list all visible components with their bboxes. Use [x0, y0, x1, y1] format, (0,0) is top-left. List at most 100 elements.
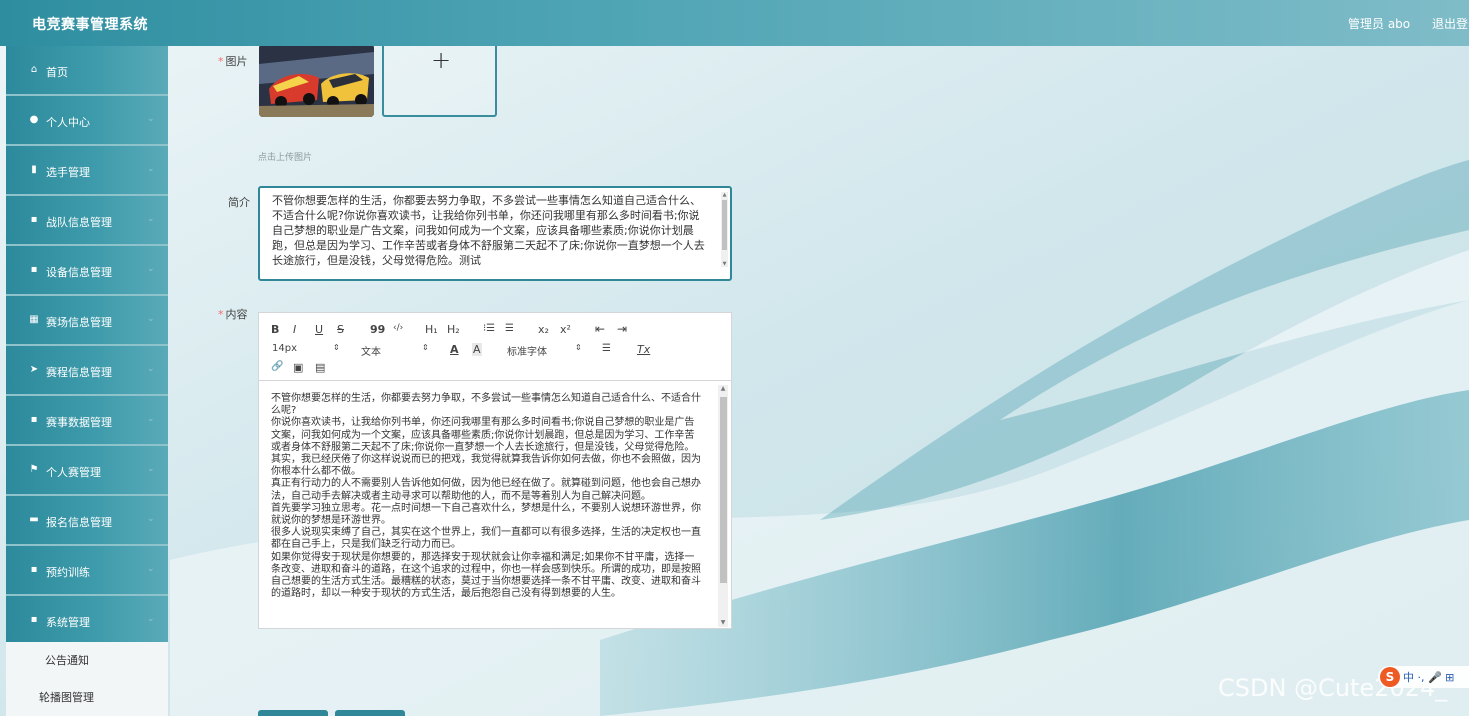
header-select[interactable]: 文本: [361, 343, 381, 358]
chevron-down-icon: ⌄: [147, 214, 155, 224]
font-family-select[interactable]: 标准字体: [507, 343, 547, 358]
submenu-item-announcements[interactable]: 公告通知: [6, 642, 168, 679]
text-color-button[interactable]: A: [450, 343, 459, 356]
indent-right-button[interactable]: ⇥: [617, 322, 627, 336]
user-name[interactable]: 管理员 abo: [1348, 15, 1410, 32]
chevron-down-icon: ⌄: [147, 414, 155, 424]
background-waves: [0, 0, 1469, 716]
italic-button[interactable]: I: [293, 323, 296, 336]
ime-toolbar[interactable]: S 中 ·, 🎤 ⊞: [1378, 666, 1469, 688]
editor-scrollbar[interactable]: ▲ ▼: [718, 385, 728, 627]
logout-link[interactable]: 退出登: [1432, 15, 1468, 32]
sidebar-item-label: 选手管理: [46, 166, 90, 179]
sidebar-item-9[interactable]: ▬ 报名信息管理 ⌄: [6, 496, 168, 546]
user-icon: ●: [29, 114, 39, 125]
h2-button[interactable]: H₂: [447, 323, 460, 336]
intro-label: 简介: [228, 196, 250, 209]
grid-icon: ▪: [30, 264, 38, 275]
home-icon: ⌂: [30, 64, 38, 75]
sidebar-item-10[interactable]: ▪ 预约训练 ⌄: [6, 546, 168, 596]
editor-paragraph: 不管你想要怎样的生活，你都要去努力争取，不多尝试一些事情怎么知道自己适合什么、不…: [271, 393, 701, 417]
bold-button[interactable]: B: [271, 323, 279, 336]
sidebar-item-label: 报名信息管理: [46, 516, 112, 529]
sidebar-item-0[interactable]: ⌂ 首页: [6, 46, 168, 96]
indent-left-button[interactable]: ⇤: [595, 322, 605, 336]
race-cars-image: [259, 44, 374, 117]
intro-scrollbar[interactable]: ▲ ▼: [721, 192, 728, 267]
plus-icon: +: [431, 46, 452, 74]
editor-toolbar: B I U S 99 ‹/› H₁ H₂ ⁝☰ ☰ x₂ x² ⇤ ⇥ 14px…: [259, 313, 731, 381]
sidebar-item-label: 个人赛管理: [46, 466, 101, 479]
cancel-button[interactable]: [335, 710, 405, 716]
ordered-list-button[interactable]: ⁝☰: [483, 323, 495, 334]
sidebar-item-5[interactable]: ▦ 赛场信息管理 ⌄: [6, 296, 168, 346]
font-size-select[interactable]: 14px: [272, 343, 297, 354]
h1-button[interactable]: H₁: [425, 323, 438, 336]
system-submenu: 公告通知 轮播图管理: [6, 642, 168, 716]
upload-hint: 点击上传图片: [258, 153, 313, 163]
sidebar-item-4[interactable]: ▪ 设备信息管理 ⌄: [6, 246, 168, 296]
editor-paragraph: 首先要学习独立思考。花一点时间想一下自己喜欢什么，梦想是什么，不要别人说想环游世…: [271, 502, 701, 527]
chevron-down-icon: ⌄: [147, 314, 155, 324]
submit-button[interactable]: [258, 710, 328, 716]
editor-paragraph: 如果你觉得安于现状是你想要的，那选择安于现状就会让你幸福和满足;如果你不甘平庸，…: [271, 551, 701, 600]
chevron-down-icon: ⌄: [147, 164, 155, 174]
background-color-button[interactable]: A: [472, 343, 482, 356]
uploaded-image-thumbnail[interactable]: [259, 44, 374, 117]
chevron-down-icon: ⌄: [147, 114, 155, 124]
ime-status: 中 ·, 🎤 ⊞: [1403, 671, 1455, 684]
video-button[interactable]: ▤: [315, 361, 325, 374]
strike-button[interactable]: S: [337, 323, 344, 336]
sidebar-item-label: 系统管理: [46, 616, 90, 629]
chevron-down-icon: ⌄: [147, 464, 155, 474]
send-icon: ➤: [29, 364, 39, 375]
code-button[interactable]: ‹/›: [393, 323, 403, 333]
image-label: * 图片: [218, 55, 248, 68]
image-upload-button[interactable]: +: [382, 44, 497, 117]
sidebar-item-label: 设备信息管理: [46, 266, 112, 279]
intro-textarea[interactable]: 不管你想要怎样的生活，你都要去努力争取，不多尝试一些事情怎么知道自己适合什么、不…: [258, 186, 732, 281]
superscript-button[interactable]: x²: [560, 323, 571, 336]
image-button[interactable]: ▣: [293, 361, 303, 374]
content-label: * 内容: [218, 308, 248, 321]
grid-icon: ▪: [30, 614, 38, 625]
clean-format-button[interactable]: Tx: [637, 343, 650, 356]
sogou-logo-icon: S: [1380, 667, 1400, 687]
underline-button[interactable]: U: [315, 323, 323, 336]
quote-button[interactable]: 99: [370, 323, 385, 336]
sidebar-item-6[interactable]: ➤ 赛程信息管理 ⌄: [6, 346, 168, 396]
sidebar-item-7[interactable]: ▪ 赛事数据管理 ⌄: [6, 396, 168, 446]
editor-paragraph: 很多人说现实束缚了自己，其实在这个世界上，我们一直都可以有很多选择，生活的决定权…: [271, 527, 701, 551]
sidebar-item-11[interactable]: ▪ 系统管理 ⌄: [6, 596, 168, 646]
editor-content[interactable]: 不管你想要怎样的生活，你都要去努力争取，不多尝试一些事情怎么知道自己适合什么、不…: [259, 382, 731, 628]
chevron-down-icon: ⌄: [147, 264, 155, 274]
sidebar-item-label: 预约训练: [46, 566, 90, 579]
sidebar-item-3[interactable]: ▪ 战队信息管理 ⌄: [6, 196, 168, 246]
grid-icon: ▪: [30, 214, 38, 225]
sidebar-item-label: 赛事数据管理: [46, 416, 112, 429]
sidebar: ⌂ 首页 ● 个人中心 ⌄ ▮ 选手管理 ⌄ ▪ 战队信息管理 ⌄ ▪ 设备信息管理 ⌄ ▦ 赛场信息管理 ⌄ ➤…: [6, 46, 168, 716]
font-size-select-arrow-icon: ⇕: [333, 343, 340, 352]
chevron-down-icon: ⌄: [147, 564, 155, 574]
align-button[interactable]: ☰: [602, 343, 611, 354]
app-title: 电竞赛事管理系统: [32, 17, 148, 33]
submenu-item-carousel[interactable]: 轮播图管理: [6, 679, 168, 716]
sidebar-item-label: 赛场信息管理: [46, 316, 112, 329]
sidebar-item-2[interactable]: ▮ 选手管理 ⌄: [6, 146, 168, 196]
header-select-arrow-icon: ⇕: [422, 343, 429, 352]
sidebar-item-label: 个人中心: [46, 116, 90, 129]
grid-icon: ▪: [30, 564, 38, 575]
sidebar-item-8[interactable]: ⚑ 个人赛管理 ⌄: [6, 446, 168, 496]
sidebar-item-1[interactable]: ● 个人中心 ⌄: [6, 96, 168, 146]
flag-icon: ⚑: [29, 464, 39, 475]
chevron-down-icon: ⌄: [147, 364, 155, 374]
bullet-list-button[interactable]: ☰: [505, 323, 514, 334]
table-icon: ▦: [29, 314, 39, 325]
link-button[interactable]: 🔗: [271, 361, 283, 372]
chevron-down-icon: ⌄: [147, 514, 155, 524]
editor-paragraph: 真正有行动力的人不需要别人告诉他如何做，因为他已经在做了。就算碰到问题，他也会自…: [271, 478, 701, 502]
subscript-button[interactable]: x₂: [538, 323, 549, 336]
sidebar-item-label: 赛程信息管理: [46, 366, 112, 379]
chevron-down-icon: ⌄: [147, 614, 155, 624]
rich-text-editor: B I U S 99 ‹/› H₁ H₂ ⁝☰ ☰ x₂ x² ⇤ ⇥ 14px…: [258, 312, 732, 629]
